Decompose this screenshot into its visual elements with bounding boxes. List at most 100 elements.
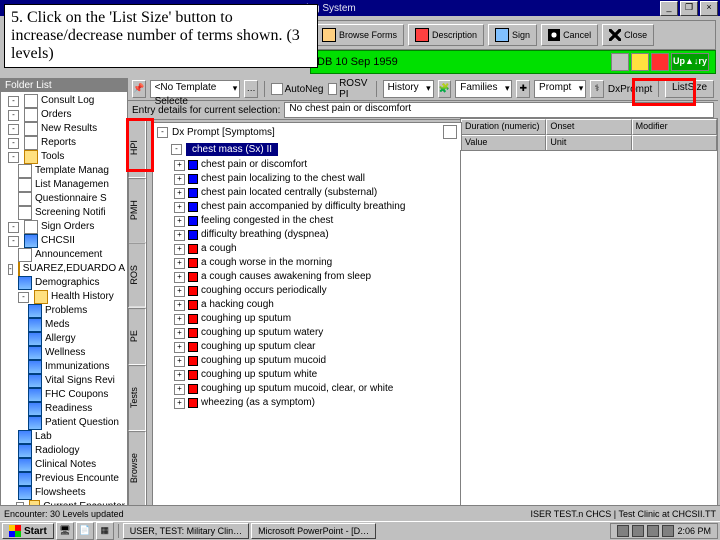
expander-icon[interactable]: + bbox=[174, 230, 185, 241]
tree-node[interactable]: Radiology bbox=[5, 444, 125, 458]
finding-marker-icon[interactable] bbox=[188, 188, 198, 198]
finding-marker-icon[interactable] bbox=[188, 398, 198, 408]
maximize-button[interactable]: ❐ bbox=[680, 1, 698, 16]
quicklaunch-icon-1[interactable]: 🖥 bbox=[56, 522, 74, 540]
finding-marker-icon[interactable] bbox=[188, 160, 198, 170]
tray-icon-3[interactable] bbox=[647, 525, 659, 537]
tree-node[interactable]: Immunizations bbox=[5, 360, 125, 374]
finding-marker-icon[interactable] bbox=[188, 216, 198, 226]
symptom-row[interactable]: +a cough causes awakening from sleep bbox=[157, 270, 457, 284]
finding-marker-icon[interactable] bbox=[188, 300, 198, 310]
finding-marker-icon[interactable] bbox=[188, 286, 198, 296]
symptom-row[interactable]: +coughing up sputum bbox=[157, 312, 457, 326]
cancel-button[interactable]: Cancel bbox=[541, 24, 598, 46]
tree-node[interactable]: -CHCSII bbox=[5, 234, 125, 248]
tree-node[interactable]: -Sign Orders bbox=[5, 220, 125, 234]
finding-marker-icon[interactable] bbox=[188, 384, 198, 394]
expander-icon[interactable]: - bbox=[8, 222, 19, 233]
description-button[interactable]: Description bbox=[408, 24, 484, 46]
symptom-row[interactable]: +coughing up sputum white bbox=[157, 368, 457, 382]
finding-marker-icon[interactable] bbox=[188, 202, 198, 212]
finding-marker-icon[interactable] bbox=[188, 328, 198, 338]
tree-node[interactable]: List Managemen bbox=[5, 178, 125, 192]
tree-node[interactable]: Questionnaire S bbox=[5, 192, 125, 206]
symptom-row[interactable]: +coughing up sputum watery bbox=[157, 326, 457, 340]
tree-node[interactable]: -Reports bbox=[5, 136, 125, 150]
vtab-hpi[interactable]: HPI bbox=[128, 118, 146, 178]
expander-icon[interactable]: + bbox=[174, 202, 185, 213]
tree-node[interactable]: Wellness bbox=[5, 346, 125, 360]
symptom-row[interactable]: +chest pain or discomfort bbox=[157, 158, 457, 172]
patient-icon-2[interactable] bbox=[631, 53, 649, 71]
tray-icon-2[interactable] bbox=[632, 525, 644, 537]
symptom-row[interactable]: +a hacking cough bbox=[157, 298, 457, 312]
tree-node[interactable]: Vital Signs Revi bbox=[5, 374, 125, 388]
expander-icon[interactable]: + bbox=[174, 272, 185, 283]
close-button[interactable]: Close bbox=[602, 24, 654, 46]
col-unit[interactable]: Unit bbox=[546, 135, 631, 151]
taskbar-app-button[interactable]: Microsoft PowerPoint - [D… bbox=[251, 523, 376, 539]
symptom-row[interactable]: +coughing up sputum mucoid bbox=[157, 354, 457, 368]
finding-marker-icon[interactable] bbox=[188, 258, 198, 268]
symptom-row[interactable]: +coughing up sputum mucoid, clear, or wh… bbox=[157, 382, 457, 396]
sign-button[interactable]: Sign bbox=[488, 24, 537, 46]
browse-forms-button[interactable]: Browse Forms bbox=[315, 24, 404, 46]
start-button[interactable]: Start bbox=[2, 523, 54, 539]
history-dropdown[interactable]: History bbox=[383, 80, 434, 98]
window-close-button[interactable]: × bbox=[700, 1, 718, 16]
tree-node[interactable]: Clinical Notes bbox=[5, 458, 125, 472]
col-duration[interactable]: Duration (numeric) bbox=[461, 119, 546, 135]
symptom-row[interactable]: +coughing up sputum clear bbox=[157, 340, 457, 354]
tree-node[interactable]: Patient Question bbox=[5, 416, 125, 430]
expander-icon[interactable]: + bbox=[174, 286, 185, 297]
expander-icon[interactable]: + bbox=[174, 328, 185, 339]
vtab-ros[interactable]: ROS bbox=[128, 243, 146, 308]
patient-alert-icon[interactable] bbox=[651, 53, 669, 71]
expander-icon[interactable]: - bbox=[18, 292, 29, 303]
tree-node[interactable]: Announcement bbox=[5, 248, 125, 262]
template-select[interactable]: <No Template Selecte bbox=[150, 80, 241, 98]
finding-marker-icon[interactable] bbox=[188, 314, 198, 324]
minimize-button[interactable]: _ bbox=[660, 1, 678, 16]
tree-node[interactable]: -SUAREZ,EDUARDO A bbox=[5, 262, 125, 276]
expander-icon[interactable]: - bbox=[8, 110, 19, 121]
expander-icon[interactable]: + bbox=[174, 398, 185, 409]
expander-icon[interactable]: - bbox=[8, 96, 19, 107]
finding-marker-icon[interactable] bbox=[188, 230, 198, 240]
finding-marker-icon[interactable] bbox=[188, 370, 198, 380]
quicklaunch-icon-3[interactable]: ▦ bbox=[96, 522, 114, 540]
folder-tree[interactable]: -Consult Log-Orders-New Results-Reports-… bbox=[1, 92, 127, 506]
patient-icon-1[interactable] bbox=[611, 53, 629, 71]
system-tray[interactable]: 2:06 PM bbox=[610, 523, 718, 539]
tree-node[interactable]: -Orders bbox=[5, 108, 125, 122]
families-dropdown[interactable]: Families bbox=[455, 80, 512, 98]
tree-node[interactable]: -Health History bbox=[5, 290, 125, 304]
symptom-note-icon[interactable] bbox=[443, 125, 457, 139]
toolbar-icon-1[interactable]: 🧩 bbox=[438, 80, 452, 98]
tree-node[interactable]: Previous Encounte bbox=[5, 472, 125, 486]
symptom-row[interactable]: +chest pain located centrally (substerna… bbox=[157, 186, 457, 200]
tree-node[interactable]: Screening Notifi bbox=[5, 206, 125, 220]
expander-icon[interactable]: + bbox=[174, 314, 185, 325]
quicklaunch-icon-2[interactable]: 📄 bbox=[76, 522, 94, 540]
finding-marker-icon[interactable] bbox=[188, 342, 198, 352]
expander-icon[interactable]: + bbox=[174, 258, 185, 269]
expander-icon[interactable]: + bbox=[174, 356, 185, 367]
symptom-row[interactable]: +difficulty breathing (dyspnea) bbox=[157, 228, 457, 242]
toolbar-icon-2[interactable]: ✚ bbox=[516, 80, 530, 98]
autoneg-checkbox[interactable]: AutoNeg bbox=[271, 83, 324, 95]
finding-marker-icon[interactable] bbox=[188, 174, 198, 184]
expander-icon[interactable]: - bbox=[8, 236, 19, 247]
symptom-row[interactable]: +wheezing (as a symptom) bbox=[157, 396, 457, 410]
symptom-list[interactable]: +chest pain or discomfort +chest pain loc… bbox=[153, 158, 461, 410]
expander-icon[interactable]: - bbox=[8, 264, 13, 275]
list-size-button[interactable]: ListSize bbox=[665, 80, 714, 98]
col-value[interactable]: Value bbox=[461, 135, 546, 151]
symptom-row[interactable]: +chest pain accompanied by difficulty br… bbox=[157, 200, 457, 214]
update-button[interactable]: Up▲↓ry bbox=[671, 53, 709, 71]
tree-node[interactable]: Flowsheets bbox=[5, 486, 125, 500]
dxprompt-icon[interactable]: ⚕ bbox=[590, 80, 604, 98]
tree-node[interactable]: -Consult Log bbox=[5, 94, 125, 108]
expander-icon[interactable]: + bbox=[174, 174, 185, 185]
tray-icon-4[interactable] bbox=[662, 525, 674, 537]
